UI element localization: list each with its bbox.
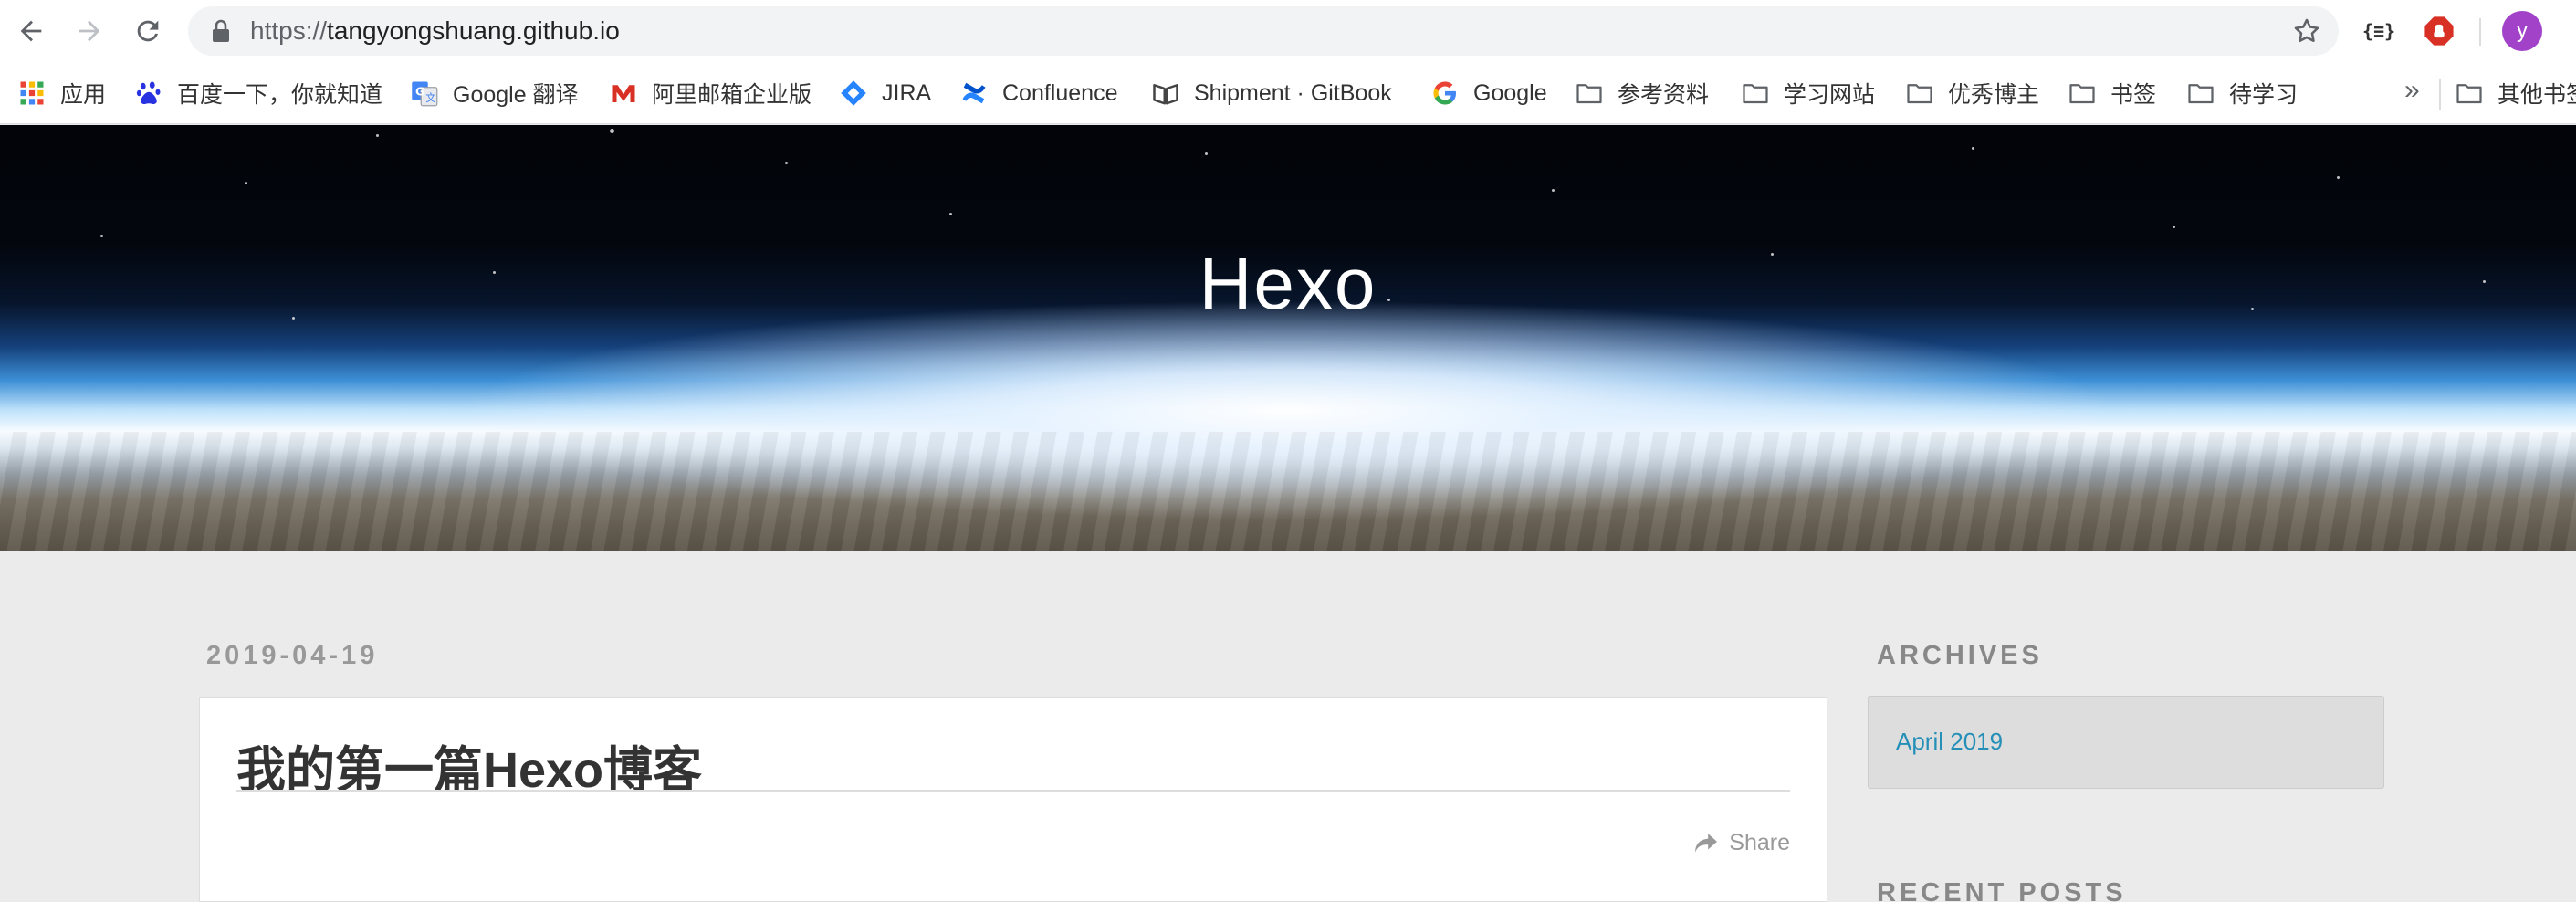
confluence-icon <box>960 79 988 107</box>
arrow-left-icon <box>20 20 42 42</box>
bookmark-label: 百度一下，你就知道 <box>177 82 383 108</box>
bookmark-folder-reference[interactable]: 参考资料 <box>1576 62 1709 124</box>
bookmark-label: 学习网站 <box>1784 82 1876 108</box>
archives-widget: April 2019 <box>1868 696 2384 789</box>
folder-icon <box>2187 79 2215 107</box>
bookmark-star-icon[interactable] <box>2291 16 2322 47</box>
svg-text:文: 文 <box>425 91 435 104</box>
baidu-paw-icon <box>135 79 162 107</box>
folder-icon <box>1906 79 1933 107</box>
folder-icon <box>2068 79 2096 107</box>
bookmark-jira[interactable]: JIRA <box>840 62 931 124</box>
post-date[interactable]: 2019-04-19 <box>206 641 378 671</box>
bookmark-folder-learning-sites[interactable]: 学习网站 <box>1742 62 1875 124</box>
browser-toolbar: https://tangyongshuang.github.io {≡} y <box>0 0 2576 62</box>
bookmark-label: Confluence <box>1002 79 1118 106</box>
bookmark-label: 应用 <box>60 82 107 108</box>
apps-grid-icon <box>18 79 46 107</box>
aliyun-mail-icon <box>610 79 637 107</box>
reload-button[interactable] <box>130 13 166 49</box>
recent-posts-widget-title: RECENT POSTS <box>1877 878 2127 902</box>
bookmarks-bar: 应用 百度一下，你就知道 G文 Google 翻译 阿里邮箱企业版 JIRA C… <box>0 62 2576 124</box>
site-title[interactable]: Hexo <box>0 242 2576 326</box>
address-bar[interactable]: https://tangyongshuang.github.io <box>188 6 2339 56</box>
bookmark-label: 阿里邮箱企业版 <box>652 82 812 108</box>
forward-button[interactable] <box>71 13 108 49</box>
bookmark-apps[interactable]: 应用 <box>18 62 106 124</box>
gitbook-icon <box>1152 79 1179 107</box>
bookmark-confluence[interactable]: Confluence <box>960 62 1117 124</box>
google-translate-icon: G文 <box>411 79 438 107</box>
bookmark-label: 优秀博主 <box>1948 82 2040 108</box>
bookmarks-overflow-button[interactable]: » <box>2404 75 2420 106</box>
arrow-right-icon <box>79 20 100 42</box>
bookmark-label: Google 翻译 <box>453 82 579 108</box>
bookmark-baidu[interactable]: 百度一下，你就知道 <box>135 62 382 124</box>
profile-avatar[interactable]: y <box>2502 11 2542 51</box>
adblock-extension-icon[interactable] <box>2419 11 2459 51</box>
title-divider <box>236 790 1790 792</box>
jira-diamond-icon <box>840 79 867 107</box>
bookmark-aliyun-mail[interactable]: 阿里邮箱企业版 <box>610 62 812 124</box>
bookmark-label: 其他书签 <box>2497 82 2576 108</box>
folder-icon <box>2456 79 2483 107</box>
folder-icon <box>1576 79 1603 107</box>
bookmark-gitbook[interactable]: Shipment · GitBook <box>1152 62 1392 124</box>
share-button[interactable]: Share <box>1694 830 1790 856</box>
json-viewer-extension-icon[interactable]: {≡} <box>2359 11 2399 51</box>
archives-widget-title: ARCHIVES <box>1877 641 2043 670</box>
bookmark-label: Shipment · GitBook <box>1194 79 1392 106</box>
bookmark-label: 待学习 <box>2229 82 2299 108</box>
archive-link-april-2019[interactable]: April 2019 <box>1896 728 2003 756</box>
url-scheme: https:// <box>250 16 328 45</box>
bookmark-google[interactable]: Google <box>1431 62 1547 124</box>
folder-icon <box>1742 79 1769 107</box>
google-g-icon <box>1431 79 1459 107</box>
bookmark-label: Google <box>1473 79 1547 106</box>
bookmark-folder-bookmarks[interactable]: 书签 <box>2068 62 2156 124</box>
lock-icon <box>213 19 229 42</box>
bookmarks-divider <box>2439 79 2441 110</box>
bookmark-google-translate[interactable]: G文 Google 翻译 <box>411 62 579 124</box>
toolbar-divider <box>2479 18 2481 46</box>
reload-icon <box>137 20 159 42</box>
bookmark-folder-to-learn[interactable]: 待学习 <box>2187 62 2298 124</box>
back-button[interactable] <box>13 13 49 49</box>
bookmark-other-bookmarks[interactable]: 其他书签 <box>2456 62 2576 124</box>
bookmark-label: 参考资料 <box>1618 82 1710 108</box>
header-banner-image: Hexo <box>0 125 2576 551</box>
share-label: Share <box>1729 830 1790 855</box>
share-icon <box>1695 833 1718 853</box>
svg-text:G: G <box>415 85 424 99</box>
url-text[interactable]: https://tangyongshuang.github.io <box>250 16 620 45</box>
bookmark-label: JIRA <box>882 79 932 106</box>
bookmark-folder-bloggers[interactable]: 优秀博主 <box>1906 62 2039 124</box>
url-host: tangyongshuang.github.io <box>327 16 620 45</box>
article-card: 我的第一篇Hexo博客 Share <box>199 697 1827 902</box>
bookmark-label: 书签 <box>2110 82 2157 108</box>
